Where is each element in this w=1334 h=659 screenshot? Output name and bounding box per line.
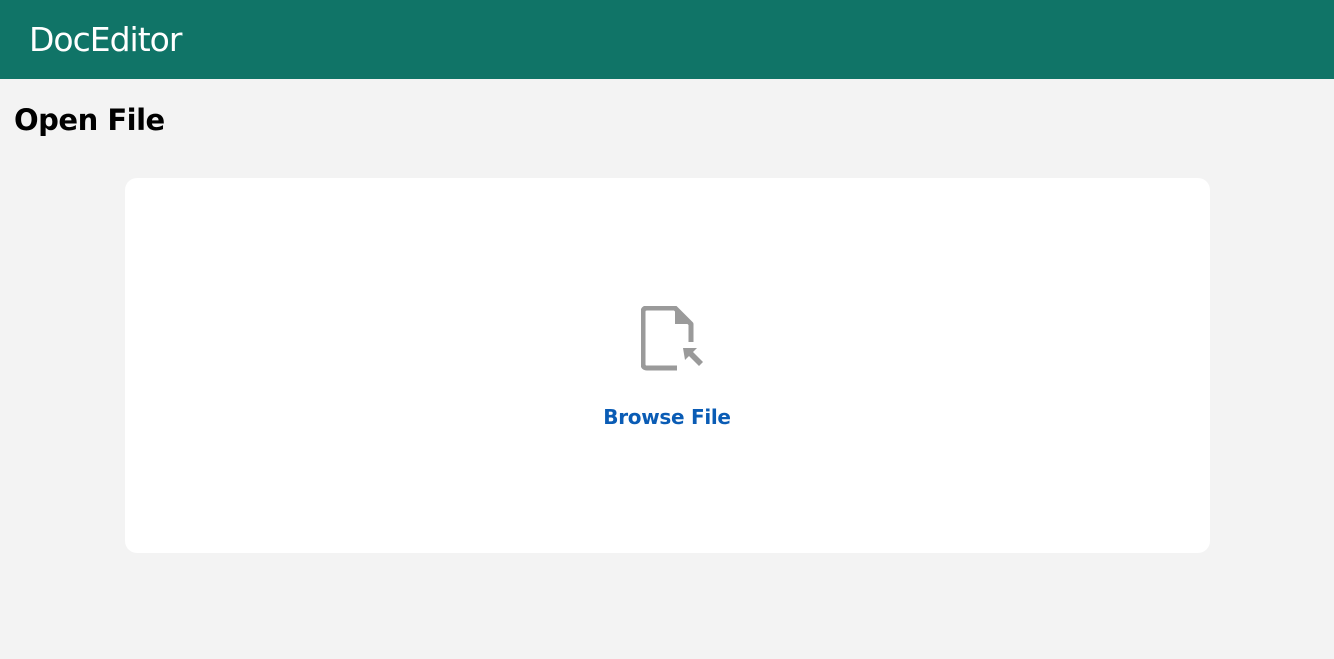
browse-file-link[interactable]: Browse File bbox=[603, 405, 731, 429]
app-header: DocEditor bbox=[0, 0, 1334, 79]
app-title: DocEditor bbox=[29, 20, 182, 59]
page-title: Open File bbox=[14, 103, 165, 137]
file-pointer-icon[interactable] bbox=[641, 306, 705, 372]
browse-file-link-row: Browse File bbox=[0, 405, 1334, 429]
